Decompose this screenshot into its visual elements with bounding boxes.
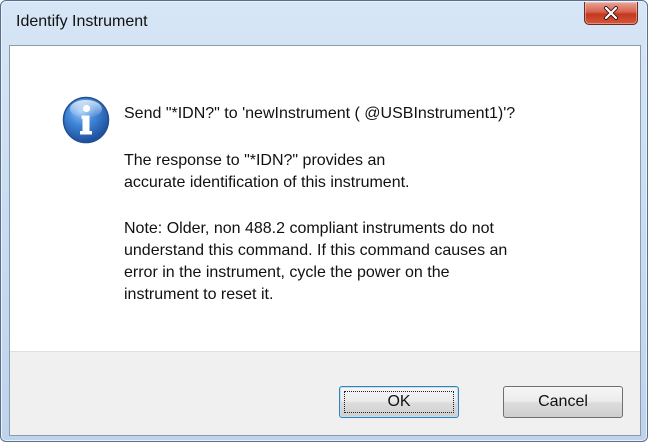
dialog-note: Note: Older, non 488.2 compliant instrum…: [124, 220, 508, 303]
ok-button[interactable]: OK: [339, 386, 459, 418]
cancel-button[interactable]: Cancel: [503, 386, 623, 418]
dialog-question: Send "*IDN?" to 'newInstrument ( @USBIns…: [124, 105, 516, 122]
close-button[interactable]: [584, 2, 638, 25]
window-title: Identify Instrument: [16, 13, 148, 30]
title-bar[interactable]: Identify Instrument: [1, 1, 647, 45]
close-icon: [604, 6, 618, 20]
button-bar: OK Cancel: [10, 351, 640, 435]
dialog-window: Identify Instrument Send "*IDN?" to 'new…: [0, 0, 648, 442]
dialog-client-area: Send "*IDN?" to 'newInstrument ( @USBIns…: [9, 45, 641, 436]
info-icon: [62, 96, 110, 144]
focus-ring: [344, 391, 454, 413]
dialog-description: The response to "*IDN?" provides an accu…: [124, 152, 410, 191]
cancel-button-label: Cancel: [538, 393, 588, 410]
message-panel: Send "*IDN?" to 'newInstrument ( @USBIns…: [10, 46, 640, 351]
